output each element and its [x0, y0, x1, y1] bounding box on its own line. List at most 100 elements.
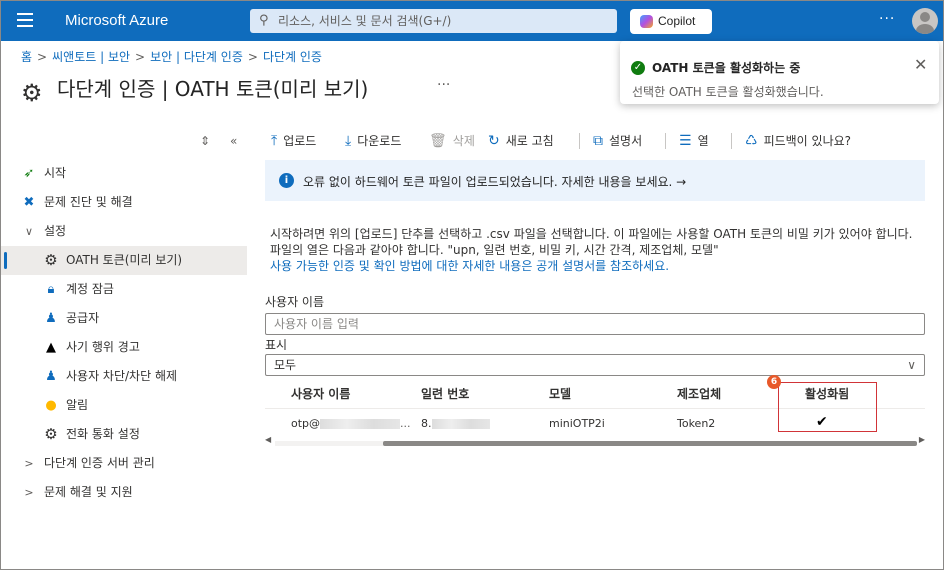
sidebar-item-oath-tokens[interactable]: ⚙ OATH 토큰(미리 보기) — [1, 246, 247, 275]
sidebar-item-settings[interactable]: ∨ 설정 — [1, 217, 247, 246]
gear-icon: ⚙ — [44, 251, 58, 269]
column-header-model[interactable]: 모델 — [549, 385, 571, 402]
gear-icon: ⚙ — [21, 79, 43, 107]
breadcrumb-item-home[interactable]: 홈 — [21, 50, 32, 64]
scrollbar-thumb[interactable] — [383, 441, 917, 446]
toolbar-divider — [731, 133, 732, 149]
lock-icon: 🔒︎ — [47, 282, 55, 297]
checkmark-icon: ✓ — [631, 61, 645, 75]
sidebar-item-providers[interactable]: ♟ 공급자 — [1, 304, 247, 333]
upload-button[interactable]: ⤒ 업로드 — [271, 129, 316, 153]
cell-model: miniOTP2i — [549, 417, 605, 430]
column-header-username[interactable]: 사용자 이름 — [291, 385, 350, 402]
scroll-left-icon[interactable]: ◀ — [265, 435, 271, 444]
cell-username-ellipsis: ... — [400, 417, 411, 430]
search-icon: ⚲ — [259, 13, 269, 28]
delete-button[interactable]: 🗑︎ 삭제 — [429, 129, 475, 153]
chevron-right-icon: > — [247, 50, 258, 64]
description-text: 시작하려면 위의 [업로드] 단추를 선택하고 .csv 파일을 선택합니다. … — [270, 227, 913, 257]
sidebar-item-diagnose[interactable]: ✖ 문제 진단 및 해결 — [1, 188, 247, 217]
breadcrumb-item-tenant-security[interactable]: 씨앤토트 | 보안 — [52, 50, 130, 64]
info-icon: i — [279, 173, 294, 188]
sidebar-item-notifications[interactable]: ● 알림 — [1, 391, 247, 420]
page-title: 다단계 인증 | OATH 토큰(미리 보기) — [57, 77, 369, 101]
warning-icon: ▲ — [46, 340, 56, 355]
sidebar-item-label: 계정 잠금 — [66, 282, 114, 296]
info-banner[interactable]: i 오류 없이 하드웨어 토큰 파일이 업로드되었습니다. 자세한 내용을 보세… — [265, 160, 925, 201]
sidebar-item-label: 사기 행위 경고 — [66, 340, 140, 354]
display-select[interactable]: 모두 ∨ — [265, 354, 925, 376]
cell-serial-text: 8. — [421, 417, 432, 430]
annotation-badge: 6 — [767, 375, 781, 389]
sidebar-item-label: 문제 해결 및 지원 — [44, 485, 133, 499]
copilot-icon — [640, 15, 653, 28]
download-icon: ⤓ — [345, 133, 352, 149]
sidebar-item-label: 알림 — [66, 398, 89, 412]
refresh-button[interactable]: ↻ 새로 고침 — [488, 129, 554, 153]
more-options-icon[interactable]: ··· — [879, 11, 895, 27]
download-button[interactable]: ⤓ 다운로드 — [345, 129, 401, 153]
toolbar-divider — [665, 133, 666, 149]
feedback-button[interactable]: ♺ 피드백이 있나요? — [745, 129, 851, 153]
description: 시작하려면 위의 [업로드] 단추를 선택하고 .csv 파일을 선택합니다. … — [270, 226, 925, 274]
display-label: 표시 — [265, 338, 288, 352]
redacted-block — [431, 419, 490, 429]
top-bar: Microsoft Azure ⚲ 리소스, 서비스 및 문서 검색(G+/) … — [1, 1, 943, 41]
breadcrumb-item-security-mfa[interactable]: 보안 | 다단계 인증 — [150, 50, 243, 64]
success-notification[interactable]: ✓ OATH 토큰을 활성화하는 중 선택한 OATH 토큰을 활성화했습니다.… — [620, 41, 939, 104]
horizontal-scrollbar[interactable]: ◀ ▶ — [265, 435, 925, 448]
username-input[interactable]: 사용자 이름 입력 — [265, 313, 925, 335]
column-header-vendor[interactable]: 제조업체 — [677, 385, 721, 402]
sidebar-item-mfa-server[interactable]: > 다단계 인증 서버 관리 — [1, 449, 247, 478]
copilot-label: Copilot — [658, 14, 696, 28]
avatar[interactable] — [912, 8, 938, 34]
column-header-serial[interactable]: 일련 번호 — [421, 385, 469, 402]
sidebar-item-label: 사용자 차단/차단 해제 — [66, 369, 178, 383]
sidebar-item-fraud-alert[interactable]: ▲ 사기 행위 경고 — [1, 333, 247, 362]
chevron-right-icon: > — [24, 457, 34, 470]
sidebar-item-label: 공급자 — [66, 311, 100, 325]
delete-label: 삭제 — [452, 134, 475, 148]
search-input[interactable]: ⚲ 리소스, 서비스 및 문서 검색(G+/) — [250, 9, 617, 33]
columns-label: 열 — [697, 134, 709, 148]
trash-icon: 🗑︎ — [429, 133, 447, 149]
sort-toggle-icon[interactable]: ⇕ — [200, 134, 210, 148]
columns-button[interactable]: ☰ 열 — [679, 129, 709, 153]
docs-link[interactable]: 사용 가능한 인증 및 확인 방법에 대한 자세한 내용은 공개 설명서를 참조… — [270, 258, 925, 274]
user-block-icon: ♟ — [45, 369, 57, 384]
brand-logo[interactable]: Microsoft Azure — [65, 12, 168, 29]
user-settings-icon: ♟ — [45, 311, 57, 326]
refresh-label: 새로 고침 — [505, 134, 554, 148]
columns-icon: ☰ — [679, 133, 692, 149]
chevron-down-icon: ∨ — [907, 358, 916, 372]
docs-button[interactable]: ⧉ 설명서 — [593, 129, 642, 153]
redacted-block — [320, 419, 401, 429]
wrench-icon: ✖ — [23, 195, 35, 210]
cell-username-text: otp@ — [291, 417, 321, 430]
sidebar-item-start[interactable]: ➶ 시작 — [1, 159, 247, 188]
sidebar-item-phone-call-settings[interactable]: ⚙ 전화 통화 설정 — [1, 420, 247, 449]
more-options-icon[interactable]: ··· — [437, 77, 450, 93]
copilot-button[interactable]: Copilot — [630, 9, 712, 34]
menu-icon[interactable] — [17, 13, 33, 27]
feedback-icon: ♺ — [745, 133, 758, 149]
breadcrumb-item-mfa[interactable]: 다단계 인증 — [263, 50, 322, 64]
rocket-icon: ➶ — [23, 166, 35, 181]
scroll-right-icon[interactable]: ▶ — [919, 435, 925, 444]
upload-icon: ⤒ — [271, 133, 278, 149]
download-label: 다운로드 — [357, 134, 402, 148]
notification-message: 선택한 OATH 토큰을 활성화했습니다. — [632, 85, 824, 99]
close-icon[interactable]: ✕ — [914, 55, 927, 74]
chevron-right-icon: > — [37, 50, 48, 64]
feedback-label: 피드백이 있나요? — [763, 134, 852, 148]
sidebar-item-block-unblock[interactable]: ♟ 사용자 차단/차단 해제 — [1, 362, 247, 391]
sidebar-item-label: 설정 — [44, 224, 67, 238]
toolbar-divider — [579, 133, 580, 149]
sidebar-item-label: 전화 통화 설정 — [66, 427, 140, 441]
gear-icon: ⚙ — [44, 425, 58, 443]
notification-title: OATH 토큰을 활성화하는 중 — [652, 61, 801, 75]
sidebar-item-account-lockout[interactable]: 🔒︎ 계정 잠금 — [1, 275, 247, 304]
collapse-sidebar-icon[interactable]: « — [230, 134, 237, 148]
sidebar-item-troubleshooting[interactable]: > 문제 해결 및 지원 — [1, 478, 247, 507]
chevron-down-icon: ∨ — [24, 225, 34, 238]
